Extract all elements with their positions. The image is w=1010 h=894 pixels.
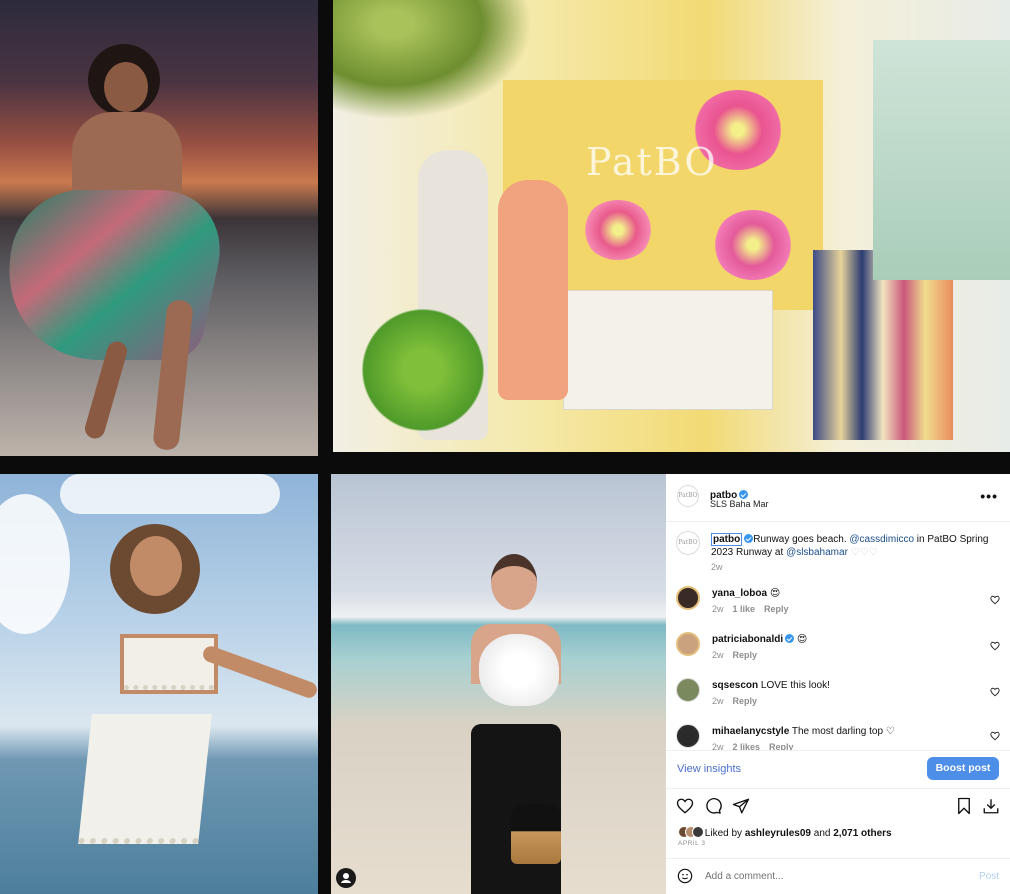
avatar[interactable] bbox=[676, 586, 700, 610]
comment-text: LOVE this look! bbox=[760, 680, 830, 691]
caption: PatBO patbo Runway goes beach. @cassdimic… bbox=[676, 531, 1006, 572]
reply-button[interactable]: Reply bbox=[764, 604, 789, 614]
plant bbox=[353, 300, 493, 440]
comment-item: sqsescon LOVE this look! 2w Reply bbox=[676, 678, 1006, 718]
bookmark-icon[interactable] bbox=[955, 797, 973, 815]
caption-text: patbo Runway goes beach. @cassdimicco in … bbox=[711, 533, 989, 558]
mention-link[interactable]: @slsbahamar bbox=[786, 547, 848, 558]
reply-button[interactable]: Reply bbox=[733, 696, 758, 706]
comment-text: 😍 bbox=[796, 634, 808, 645]
avatar[interactable] bbox=[676, 724, 700, 748]
user-icon[interactable] bbox=[336, 868, 356, 888]
verified-icon bbox=[739, 490, 749, 499]
reply-button[interactable]: Reply bbox=[769, 742, 794, 750]
divider bbox=[666, 858, 1010, 859]
cloud bbox=[60, 474, 280, 514]
likes-summary: Liked by ashleyrules09 and 2,071 others bbox=[678, 826, 892, 841]
download-icon[interactable] bbox=[982, 797, 1000, 815]
avatar[interactable]: PatBO bbox=[676, 531, 700, 555]
comment-username[interactable]: sqsescon bbox=[712, 680, 758, 691]
crop-top bbox=[124, 638, 214, 690]
instagram-post-panel: PatBO patbo SLS Baha Mar ••• PatBO patbo… bbox=[666, 474, 1010, 894]
comment-text: 😍 bbox=[769, 588, 781, 599]
heart-icon[interactable] bbox=[990, 731, 1000, 741]
photo-boutique: PatBO bbox=[333, 0, 1010, 452]
comment-item: yana_loboa 😍 2w 1 like Reply bbox=[676, 586, 1006, 626]
avatar[interactable] bbox=[676, 632, 700, 656]
liker-username[interactable]: ashleyrules09 bbox=[745, 828, 811, 839]
comment-input[interactable]: Add a comment... bbox=[705, 871, 783, 882]
comment-text: The most darling top ♡ bbox=[791, 726, 895, 737]
view-insights-link[interactable]: View insights bbox=[677, 763, 741, 775]
verified-icon bbox=[785, 634, 795, 643]
figure-woman bbox=[0, 0, 318, 456]
caption-age: 2w bbox=[711, 562, 723, 572]
heart-icon[interactable] bbox=[990, 641, 1000, 651]
emoji-icon[interactable] bbox=[677, 868, 693, 884]
flower-decor bbox=[583, 200, 653, 260]
window bbox=[873, 40, 1010, 280]
flower-decor bbox=[713, 210, 793, 280]
mannequin-right bbox=[498, 180, 568, 400]
verified-icon bbox=[744, 534, 754, 543]
caption-username[interactable]: patbo bbox=[711, 533, 743, 546]
face bbox=[130, 536, 182, 596]
heart-icon[interactable] bbox=[990, 595, 1000, 605]
likes-count[interactable]: 1 like bbox=[733, 604, 756, 614]
post-header: PatBO patbo SLS Baha Mar ••• bbox=[666, 474, 1010, 522]
bucket-bag bbox=[511, 804, 561, 864]
liker-avatars bbox=[678, 826, 704, 841]
mention-link[interactable]: @cassdimicco bbox=[849, 534, 914, 545]
reply-button[interactable]: Reply bbox=[733, 650, 758, 660]
post-comment-button[interactable]: Post bbox=[979, 871, 999, 882]
comment-username[interactable]: mihaelanycstyle bbox=[712, 726, 789, 737]
boost-post-button[interactable]: Boost post bbox=[927, 757, 999, 780]
heart-icon[interactable] bbox=[990, 687, 1000, 697]
flower-top bbox=[479, 634, 559, 706]
comment-item: mihaelanycstyle The most darling top ♡ 2… bbox=[676, 724, 1006, 750]
divider bbox=[666, 750, 1010, 751]
skirt bbox=[78, 714, 212, 844]
avatar[interactable]: PatBO bbox=[677, 485, 699, 507]
photo-beach-post bbox=[331, 474, 666, 894]
divider bbox=[666, 788, 1010, 789]
avatar[interactable] bbox=[676, 678, 700, 702]
comment-username[interactable]: yana_loboa bbox=[712, 588, 767, 599]
likes-count[interactable]: 2,071 others bbox=[833, 828, 891, 839]
cloud bbox=[0, 494, 70, 634]
boutique-logo: PatBO bbox=[586, 140, 718, 184]
more-icon[interactable]: ••• bbox=[980, 488, 998, 504]
arm bbox=[200, 643, 318, 701]
comment-item: patriciabonaldi 😍 2w Reply bbox=[676, 632, 1006, 672]
likes-count[interactable]: 2 likes bbox=[733, 742, 761, 750]
location[interactable]: SLS Baha Mar bbox=[710, 499, 769, 509]
photo-white-outfit bbox=[0, 474, 318, 894]
reception-desk bbox=[563, 290, 773, 410]
comment-username[interactable]: patriciabonaldi bbox=[712, 634, 783, 645]
share-icon[interactable] bbox=[732, 797, 750, 815]
heart-icon[interactable] bbox=[676, 797, 694, 815]
comment-icon[interactable] bbox=[704, 797, 722, 815]
photo-sunset-dress bbox=[0, 0, 318, 456]
post-date: APRIL 3 bbox=[678, 840, 706, 847]
face bbox=[491, 554, 537, 610]
